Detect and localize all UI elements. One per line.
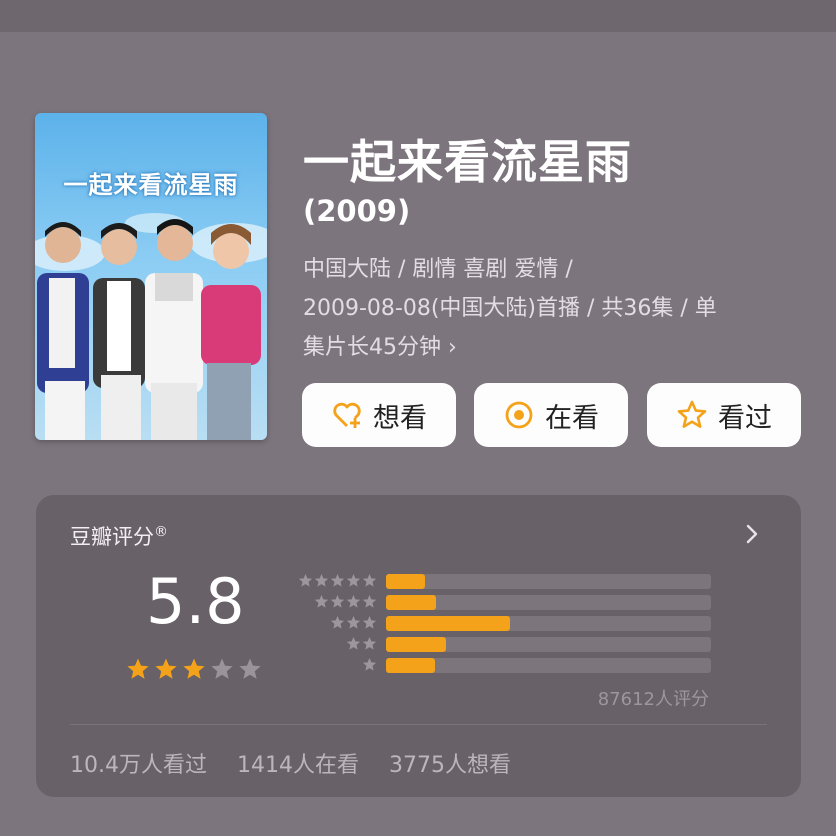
meta-line-3: 集片长45分钟 › bbox=[303, 335, 457, 360]
star-outline-icon bbox=[677, 400, 707, 428]
rating-card[interactable]: 豆瓣评分® 5.8 87612人评分 10.4万人看过 1414人在看 3775… bbox=[36, 495, 801, 797]
small-star-icon bbox=[346, 594, 361, 608]
poster-logo-text: 一起来看流星雨 bbox=[63, 171, 239, 199]
distribution-bar-track bbox=[386, 658, 711, 673]
small-star-icon bbox=[330, 594, 345, 608]
star-filled-icon bbox=[127, 658, 149, 679]
distribution-row-1-star bbox=[291, 657, 711, 673]
stat-watching[interactable]: 1414人在看 bbox=[237, 747, 359, 779]
distribution-stars-label bbox=[314, 594, 377, 610]
watched-button-label: 看过 bbox=[718, 402, 772, 434]
star-empty-icon bbox=[211, 658, 233, 679]
poster-art bbox=[35, 213, 267, 440]
star-empty-icon bbox=[239, 658, 261, 679]
audience-stats: 10.4万人看过 1414人在看 3775人想看 bbox=[70, 747, 511, 779]
distribution-bar-track bbox=[386, 637, 711, 652]
distribution-row-3-star bbox=[291, 615, 711, 631]
small-star-icon bbox=[362, 657, 377, 671]
small-star-icon bbox=[314, 594, 329, 608]
small-star-icon bbox=[362, 573, 377, 587]
distribution-bar-fill bbox=[386, 616, 510, 631]
want-button[interactable]: 想看 bbox=[302, 383, 456, 447]
watching-button-label: 在看 bbox=[545, 402, 599, 434]
meta-line-1: 中国大陆 / 剧情 喜剧 爱情 / bbox=[303, 257, 573, 282]
top-bar bbox=[0, 0, 836, 32]
stat-want[interactable]: 3775人想看 bbox=[389, 747, 511, 779]
distribution-stars-label bbox=[330, 615, 377, 631]
rating-label-text: 豆瓣评分 bbox=[70, 525, 154, 549]
star-filled-icon bbox=[155, 658, 177, 679]
poster-image[interactable]: 一起来看流星雨 bbox=[35, 113, 267, 440]
distribution-bar-track bbox=[386, 616, 711, 631]
small-star-icon bbox=[346, 615, 361, 629]
distribution-row-2-star bbox=[291, 636, 711, 652]
release-year: (2009) bbox=[303, 194, 411, 228]
divider bbox=[70, 724, 767, 725]
small-star-icon bbox=[362, 615, 377, 629]
heart-plus-icon bbox=[333, 402, 361, 428]
want-button-label: 想看 bbox=[373, 402, 427, 434]
distribution-bar-fill bbox=[386, 658, 435, 673]
distribution-stars-label bbox=[298, 573, 377, 589]
small-star-icon bbox=[314, 573, 329, 587]
distribution-bar-track bbox=[386, 574, 711, 589]
small-star-icon bbox=[330, 573, 345, 587]
rating-score: 5.8 bbox=[146, 565, 245, 638]
small-star-icon bbox=[298, 573, 313, 587]
distribution-row-4-star bbox=[291, 594, 711, 610]
distribution-row-5-star bbox=[291, 573, 711, 589]
rating-stars bbox=[126, 657, 262, 681]
distribution-bar-fill bbox=[386, 595, 437, 610]
distribution-bar-fill bbox=[386, 637, 447, 652]
distribution-bar-fill bbox=[386, 574, 425, 589]
registered-mark: ® bbox=[154, 524, 168, 540]
meta-info[interactable]: 中国大陆 / 剧情 喜剧 爱情 / 2009-08-08(中国大陆)首播 / 共… bbox=[303, 250, 803, 367]
small-star-icon bbox=[346, 573, 361, 587]
watched-button[interactable]: 看过 bbox=[647, 383, 801, 447]
rating-count: 87612人评分 bbox=[597, 689, 709, 710]
distribution-stars-label bbox=[346, 636, 377, 652]
distribution-stars-label bbox=[362, 657, 377, 673]
small-star-icon bbox=[346, 636, 361, 650]
target-circle-icon bbox=[505, 401, 533, 429]
distribution-bar-track bbox=[386, 595, 711, 610]
meta-line-2: 2009-08-08(中国大陆)首播 / 共36集 / 单 bbox=[303, 296, 717, 321]
watching-button[interactable]: 在看 bbox=[474, 383, 628, 447]
small-star-icon bbox=[330, 615, 345, 629]
stat-watched[interactable]: 10.4万人看过 bbox=[70, 747, 207, 779]
chevron-right-icon[interactable] bbox=[741, 523, 763, 545]
small-star-icon bbox=[362, 636, 377, 650]
small-star-icon bbox=[362, 594, 377, 608]
star-filled-icon bbox=[183, 658, 205, 679]
page-title: 一起来看流星雨 bbox=[303, 135, 632, 189]
rating-label: 豆瓣评分® bbox=[70, 521, 168, 551]
